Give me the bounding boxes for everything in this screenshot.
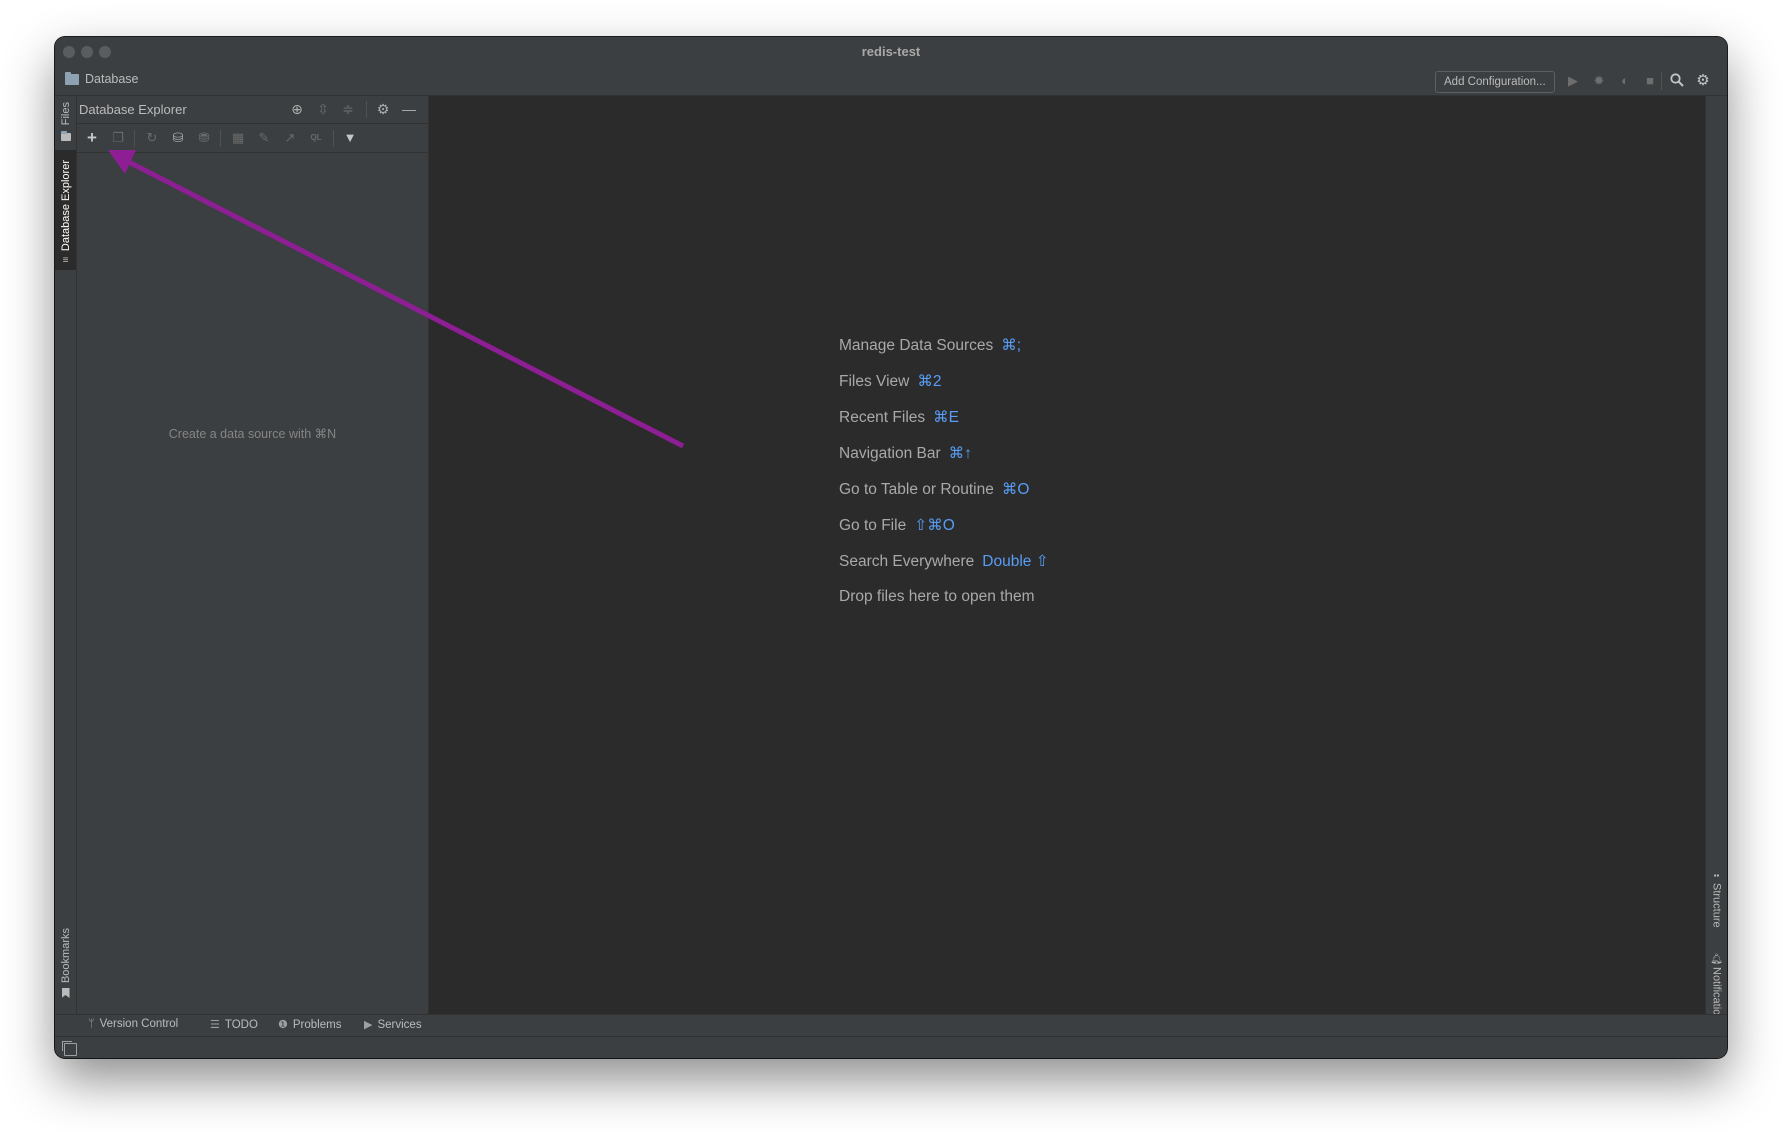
shortcut: ⌘2 xyxy=(917,373,942,390)
locate-icon[interactable]: ⊕ xyxy=(289,101,305,117)
shortcut: ⌘; xyxy=(1001,337,1022,354)
data-source-properties-icon[interactable]: ⛁ xyxy=(169,129,187,147)
hint-drop-files: Drop files here to open them xyxy=(839,588,1035,605)
toolbar-separator xyxy=(134,130,135,147)
hint-navigation-bar: Navigation Bar ⌘↑ xyxy=(839,445,972,462)
problems-icon: ❶ xyxy=(278,1019,288,1031)
stop-icon[interactable]: ■ xyxy=(1642,73,1658,89)
toggle-tool-windows-icon[interactable] xyxy=(62,1041,77,1056)
database-icon: ≡ xyxy=(62,255,69,267)
add-configuration-button[interactable]: Add Configuration... xyxy=(1435,71,1555,93)
gear-icon[interactable]: ⚙ xyxy=(375,101,391,117)
hint-manage-data-sources: Manage Data Sources ⌘; xyxy=(839,337,1022,354)
panel-title: Database Explorer xyxy=(79,102,187,117)
bookmarks-tab-label: Bookmarks xyxy=(59,928,72,984)
bell-icon: 🔔︎ xyxy=(1710,954,1723,965)
breadcrumb-label: Database xyxy=(85,72,139,86)
database-explorer-tab-label: Database Explorer xyxy=(59,160,72,252)
refresh-icon[interactable]: ↻ xyxy=(143,129,161,147)
panel-header: Database Explorer ⊕ ⇳ ≑ ⚙ — xyxy=(77,96,428,123)
empty-editor-hints: Manage Data Sources ⌘; Files View ⌘2 Recen… xyxy=(839,336,1049,624)
shortcut: Double ⇧ xyxy=(982,553,1049,570)
empty-state-text: Create a data source with ⌘N xyxy=(168,427,337,441)
tool-tab-todo[interactable]: ☰ TODO xyxy=(210,1018,258,1032)
schema-icon[interactable]: ⛃ xyxy=(195,129,213,147)
list-icon: ☰ xyxy=(210,1019,220,1031)
bottom-tool-strip: ᛘ Version Control ☰ TODO ❶ Problems ▶ Se… xyxy=(55,1014,1727,1037)
minimize-icon[interactable]: — xyxy=(401,101,417,117)
add-icon[interactable]: + xyxy=(83,129,101,147)
hint-files-view: Files View ⌘2 xyxy=(839,373,942,390)
title-bar: redis-test xyxy=(55,37,1727,65)
tool-tab-bookmarks[interactable]: Bookmarks xyxy=(55,924,76,1004)
panel-toolbar: + ❐ ↻ ⛁ ⛃ ▦ ✎ ↗ QL ▼ xyxy=(77,123,428,153)
branch-icon: ᛘ xyxy=(88,1018,95,1030)
run-icon[interactable]: ▶ xyxy=(1565,73,1581,89)
folder-icon xyxy=(65,71,79,85)
header-separator xyxy=(366,101,367,118)
services-icon: ▶ xyxy=(364,1019,373,1031)
ide-window: redis-test Database Add Configuration...… xyxy=(55,37,1727,1058)
breadcrumb[interactable]: Database xyxy=(65,71,139,86)
hint-go-to-file: Go to File ⇧⌘O xyxy=(839,517,955,534)
toolbar-separator xyxy=(333,130,334,147)
database-explorer-panel: Database Explorer ⊕ ⇳ ≑ ⚙ — + ❐ ↻ ⛁ ⛃ ▦ … xyxy=(77,96,429,1016)
navigation-bar: Database Add Configuration... ▶ ✹ ◐ ■ ⚙ xyxy=(55,65,1727,96)
tool-tab-version-control[interactable]: ᛘ Version Control xyxy=(88,1018,178,1030)
right-tool-strip: ▪▪ Structure 🔔︎ Notifications xyxy=(1705,96,1727,1027)
expand-all-icon[interactable]: ⇳ xyxy=(315,101,331,117)
query-console-icon[interactable]: QL xyxy=(307,129,325,147)
tool-tab-problems[interactable]: ❶ Problems xyxy=(278,1018,341,1032)
jump-to-source-icon[interactable]: ↗ xyxy=(281,129,299,147)
hint-go-to-table: Go to Table or Routine ⌘O xyxy=(839,481,1030,498)
window-title: redis-test xyxy=(861,44,921,59)
settings-icon[interactable]: ⚙ xyxy=(1695,73,1711,89)
filter-icon[interactable]: ▼ xyxy=(341,129,359,147)
shortcut: ⌘↑ xyxy=(948,445,972,462)
shortcut: ⇧⌘O xyxy=(914,517,955,534)
hint-search-everywhere: Search Everywhere Double ⇧ xyxy=(839,553,1049,570)
tool-tab-database-explorer[interactable]: Database Explorer ≡ xyxy=(55,150,76,270)
editor-area: Manage Data Sources ⌘; Files View ⌘2 Recen… xyxy=(429,96,1705,1016)
coverage-icon[interactable]: ◐ xyxy=(1617,73,1633,89)
status-bar xyxy=(55,1038,1727,1058)
left-tool-strip: Files Database Explorer ≡ Bookmarks xyxy=(55,96,77,1016)
files-tab-label: Files xyxy=(59,102,72,126)
folder-icon xyxy=(60,131,71,142)
collapse-all-icon[interactable]: ≑ xyxy=(340,101,356,117)
tool-tab-services[interactable]: ▶ Services xyxy=(364,1018,422,1032)
shortcut: ⌘O xyxy=(1001,481,1030,498)
table-icon[interactable]: ▦ xyxy=(229,129,247,147)
toolbar-separator xyxy=(1661,72,1662,90)
hint-recent-files: Recent Files ⌘E xyxy=(839,409,959,426)
bookmark-icon xyxy=(61,988,70,999)
shortcut: ⌘E xyxy=(933,409,959,426)
tool-tab-files[interactable]: Files xyxy=(55,98,76,146)
structure-icon: ▪▪ xyxy=(1713,871,1720,880)
search-icon[interactable] xyxy=(1669,73,1685,89)
debug-icon[interactable]: ✹ xyxy=(1591,73,1607,89)
tool-tab-structure[interactable]: ▪▪ Structure xyxy=(1706,871,1727,936)
structure-tab-label: Structure xyxy=(1710,883,1723,928)
edit-icon[interactable]: ✎ xyxy=(255,129,273,147)
toolbar-separator xyxy=(220,130,221,147)
duplicate-icon[interactable]: ❐ xyxy=(109,129,127,147)
